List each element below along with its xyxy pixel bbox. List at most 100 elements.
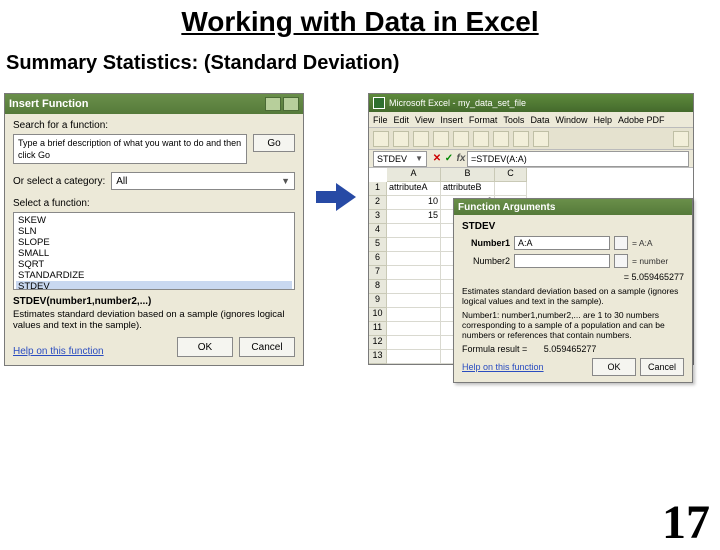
cell[interactable] xyxy=(387,350,441,364)
paste-icon[interactable] xyxy=(493,131,509,147)
fa-result-intermediate: = 5.059465277 xyxy=(462,272,684,282)
row-header[interactable]: 4 xyxy=(369,224,387,238)
help-icon[interactable] xyxy=(265,97,281,111)
row-header[interactable]: 9 xyxy=(369,294,387,308)
fa-cancel-button[interactable]: Cancel xyxy=(640,358,684,376)
fa-help-link[interactable]: Help on this function xyxy=(462,362,544,372)
formula-input[interactable]: =STDEV(A:A) xyxy=(467,151,689,167)
row-header[interactable]: 7 xyxy=(369,266,387,280)
cell[interactable]: 10 xyxy=(387,196,441,210)
category-value: All xyxy=(116,176,127,187)
cell[interactable] xyxy=(387,308,441,322)
cancel-formula-icon[interactable]: ✕ xyxy=(431,152,443,166)
argument-input[interactable] xyxy=(514,254,610,268)
fa-description: Estimates standard deviation based on a … xyxy=(462,286,684,306)
ok-button[interactable]: OK xyxy=(177,337,233,357)
menu-item[interactable]: File xyxy=(373,115,388,125)
cell[interactable] xyxy=(387,266,441,280)
menu-item[interactable]: Adobe PDF xyxy=(618,115,665,125)
row-header[interactable]: 13 xyxy=(369,350,387,364)
close-icon[interactable] xyxy=(283,97,299,111)
menu-item[interactable]: Window xyxy=(555,115,587,125)
cell[interactable] xyxy=(387,224,441,238)
cell[interactable]: attributeB xyxy=(441,182,495,196)
row-header[interactable]: 1 xyxy=(369,182,387,196)
function-option[interactable]: SLOPE xyxy=(16,237,292,248)
cell[interactable]: 15 xyxy=(387,210,441,224)
help-link[interactable]: Help on this function xyxy=(13,346,104,357)
column-header[interactable]: B xyxy=(441,168,495,182)
argument-result: = A:A xyxy=(632,238,684,248)
menu-item[interactable]: View xyxy=(415,115,434,125)
chevron-down-icon: ▼ xyxy=(281,176,290,186)
zoom-icon[interactable] xyxy=(673,131,689,147)
excel-logo-icon xyxy=(373,97,385,109)
cell[interactable] xyxy=(387,322,441,336)
open-icon[interactable] xyxy=(393,131,409,147)
cell[interactable] xyxy=(387,238,441,252)
new-icon[interactable] xyxy=(373,131,389,147)
cell[interactable] xyxy=(387,336,441,350)
cell[interactable] xyxy=(387,252,441,266)
category-select[interactable]: All ▼ xyxy=(111,172,295,190)
excel-title-text: Microsoft Excel - my_data_set_file xyxy=(389,98,526,108)
fa-arg-help: Number1: number1,number2,... are 1 to 30… xyxy=(462,310,684,340)
menu-item[interactable]: Format xyxy=(469,115,498,125)
menu-item[interactable]: Help xyxy=(593,115,612,125)
worksheet[interactable]: ABC 12345678910111213 attributeAattribut… xyxy=(369,168,693,364)
function-signature: STDEV(number1,number2,...) xyxy=(13,296,295,307)
cell[interactable]: attributeA xyxy=(387,182,441,196)
function-option[interactable]: SQRT xyxy=(16,259,292,270)
category-label: Or select a category: xyxy=(13,176,105,187)
function-arguments-dialog: Function Arguments STDEV Number1A:A= A:A… xyxy=(453,198,693,383)
row-header[interactable]: 10 xyxy=(369,308,387,322)
argument-input[interactable]: A:A xyxy=(514,236,610,250)
row-header[interactable]: 11 xyxy=(369,322,387,336)
row-header[interactable]: 5 xyxy=(369,238,387,252)
function-option[interactable]: STDEV xyxy=(16,281,292,290)
range-select-icon[interactable] xyxy=(614,236,628,250)
fa-ok-button[interactable]: OK xyxy=(592,358,636,376)
row-header[interactable]: 12 xyxy=(369,336,387,350)
function-option[interactable]: SKEW xyxy=(16,215,292,226)
function-list[interactable]: SKEWSLNSLOPESMALLSQRTSTANDARDIZESTDEV xyxy=(13,212,295,290)
menu-item[interactable]: Edit xyxy=(394,115,410,125)
print-icon[interactable] xyxy=(433,131,449,147)
cancel-button[interactable]: Cancel xyxy=(239,337,295,357)
column-header[interactable]: A xyxy=(387,168,441,182)
range-select-icon[interactable] xyxy=(614,254,628,268)
menu-bar[interactable]: File Edit View Insert Format Tools Data Window H… xyxy=(369,112,693,128)
search-input[interactable]: Type a brief description of what you wan… xyxy=(13,134,247,164)
go-button[interactable]: Go xyxy=(253,134,295,152)
insert-function-dialog: Insert Function Search for a function: T… xyxy=(4,93,304,366)
menu-item[interactable]: Tools xyxy=(503,115,524,125)
argument-label: Number2 xyxy=(462,256,510,266)
fx-icon[interactable]: fx xyxy=(455,152,467,166)
fa-formula-result: Formula result = 5.059465277 xyxy=(462,344,596,354)
stage: Insert Function Search for a function: T… xyxy=(0,93,720,366)
function-option[interactable]: STANDARDIZE xyxy=(16,270,292,281)
row-header[interactable]: 8 xyxy=(369,280,387,294)
cut-icon[interactable] xyxy=(453,131,469,147)
enter-formula-icon[interactable]: ✓ xyxy=(443,152,455,166)
function-option[interactable]: SLN xyxy=(16,226,292,237)
row-header[interactable]: 2 xyxy=(369,196,387,210)
menu-item[interactable]: Data xyxy=(530,115,549,125)
save-icon[interactable] xyxy=(413,131,429,147)
cell[interactable] xyxy=(387,294,441,308)
cell[interactable] xyxy=(495,182,527,196)
redo-icon[interactable] xyxy=(533,131,549,147)
function-option[interactable]: SMALL xyxy=(16,248,292,259)
menu-item[interactable]: Insert xyxy=(440,115,463,125)
search-label: Search for a function: xyxy=(13,120,295,131)
column-header[interactable]: C xyxy=(495,168,527,182)
formula-bar: STDEV▼ ✕ ✓ fx =STDEV(A:A) xyxy=(369,150,693,168)
row-header[interactable]: 3 xyxy=(369,210,387,224)
standard-toolbar[interactable] xyxy=(369,128,693,150)
copy-icon[interactable] xyxy=(473,131,489,147)
undo-icon[interactable] xyxy=(513,131,529,147)
cell[interactable] xyxy=(387,280,441,294)
row-header[interactable]: 6 xyxy=(369,252,387,266)
arrow-icon xyxy=(316,183,356,211)
name-box[interactable]: STDEV▼ xyxy=(373,151,427,167)
